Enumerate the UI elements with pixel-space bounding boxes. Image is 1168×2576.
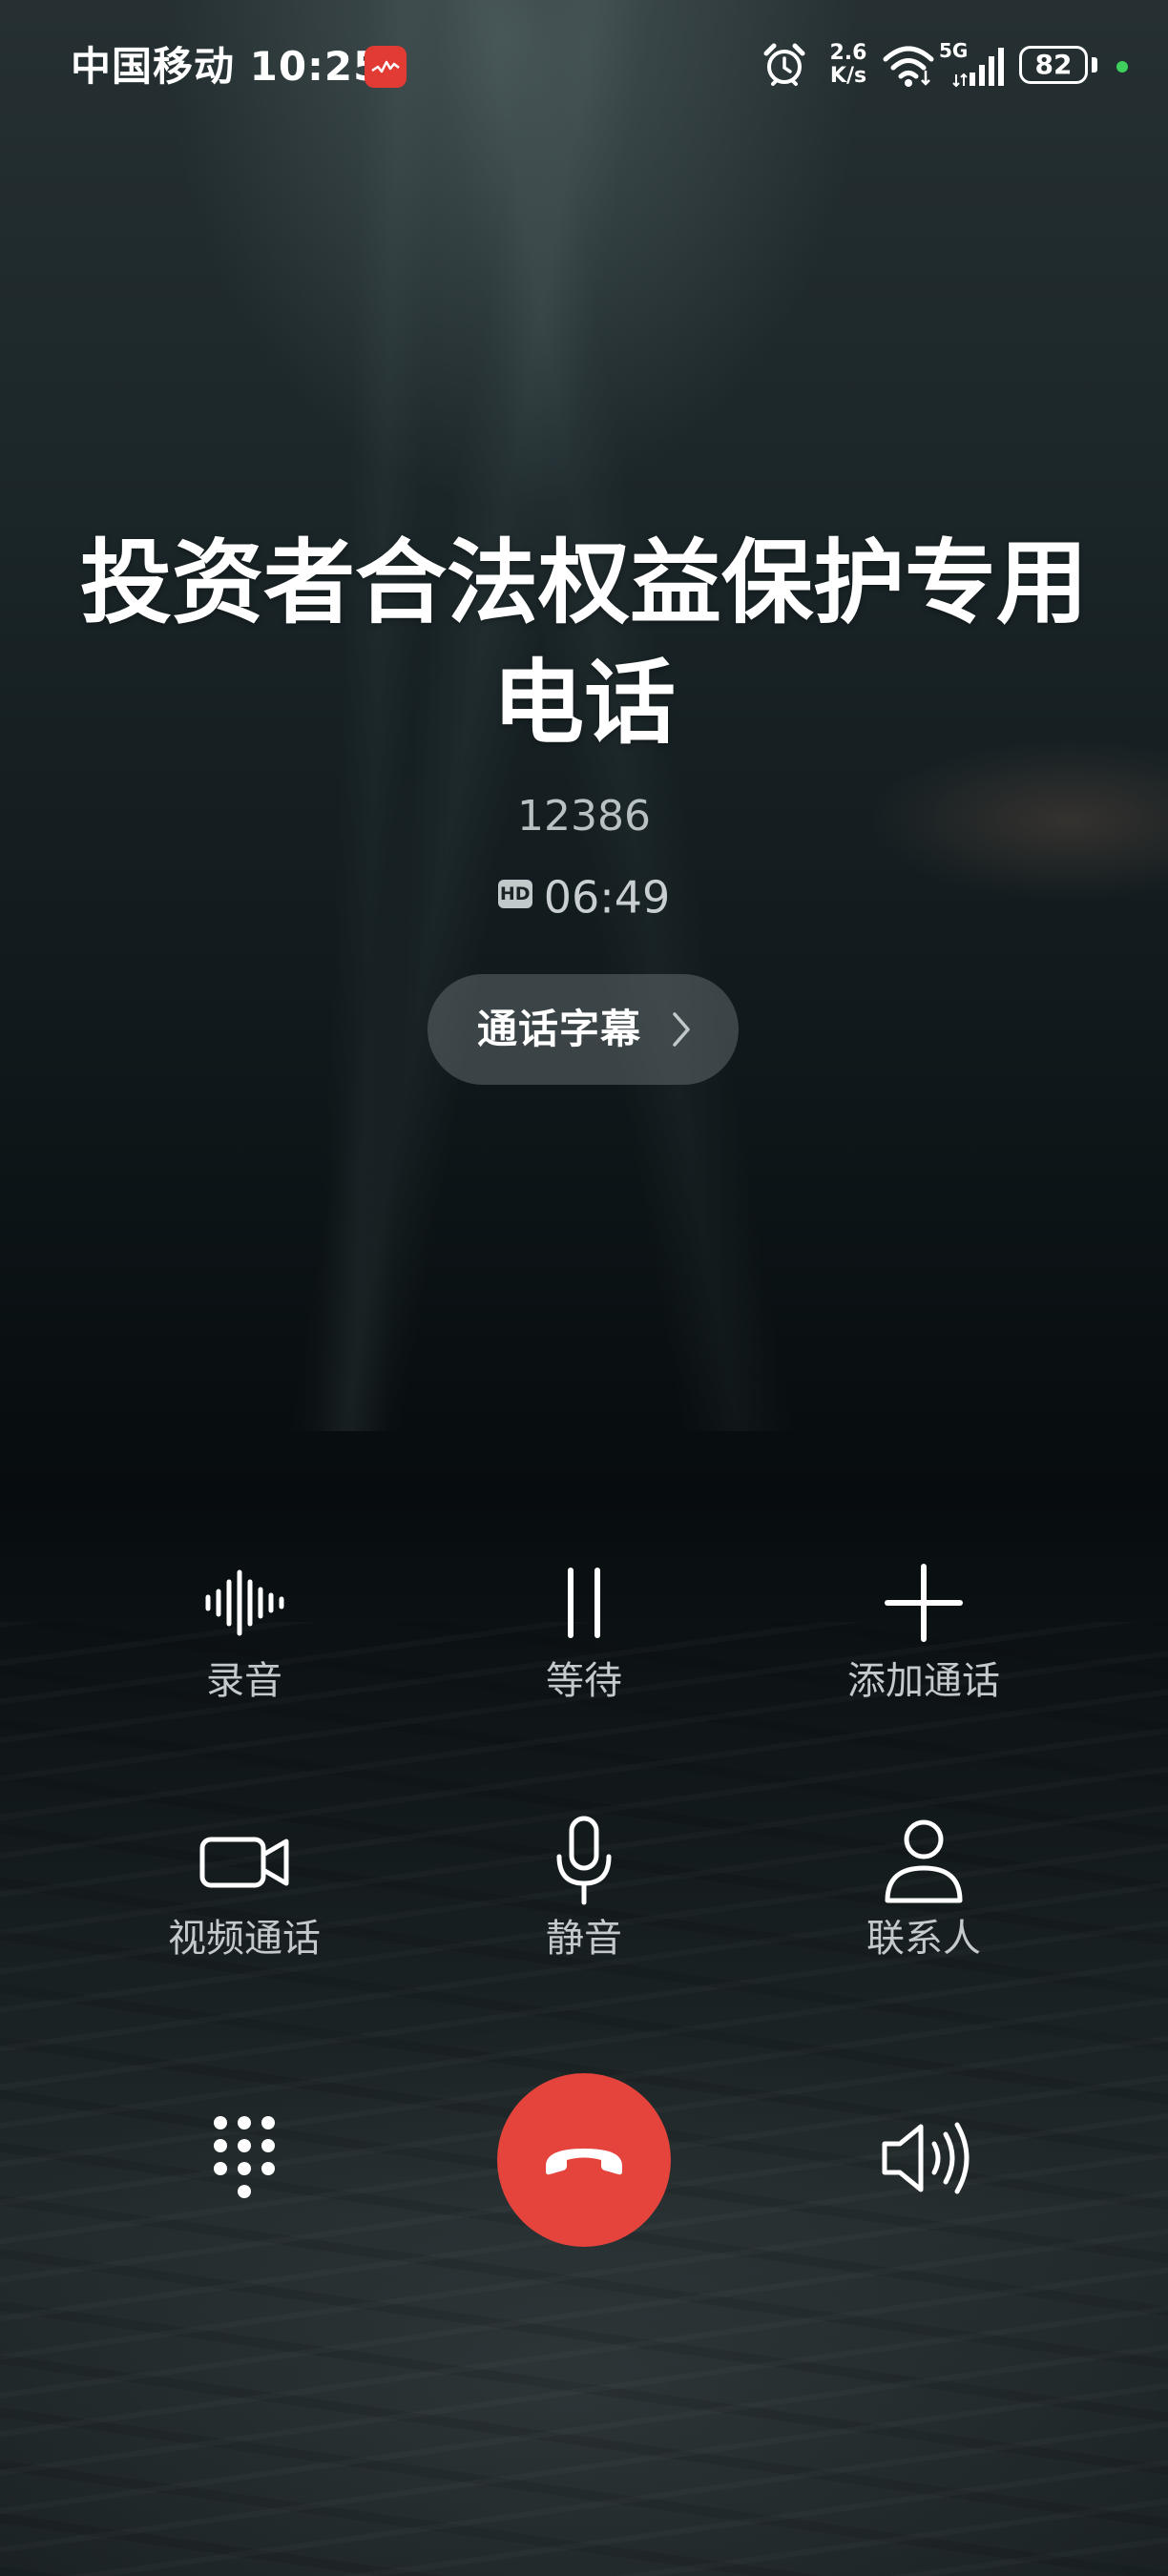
record-label: 录音 — [206, 1659, 282, 1703]
contacts-label: 联系人 — [866, 1917, 981, 1961]
speaker-button[interactable] — [871, 2106, 976, 2211]
person-icon — [885, 1819, 963, 1903]
caller-number: 12386 — [517, 792, 651, 841]
pause-icon — [568, 1568, 600, 1638]
battery-icon: 82 — [1019, 46, 1088, 84]
add-call-label: 添加通话 — [847, 1659, 1000, 1703]
network-speed: 2.6 K/s — [824, 42, 872, 88]
wifi-icon — [883, 46, 934, 87]
microphone-icon — [556, 1816, 612, 1905]
green-dot-indicator — [1116, 61, 1128, 73]
video-call-label: 视频通话 — [168, 1917, 321, 1961]
cellular-signal-icon — [952, 48, 1004, 88]
battery-cap — [1092, 57, 1097, 73]
caller-name: 投资者合法权益保护专用电话 — [80, 530, 1088, 757]
status-bar: 中国移动 10:25 2.6 K/s 5G 82 — [0, 0, 1168, 134]
call-duration: 06:49 — [543, 871, 671, 924]
chevron-right-icon — [673, 1012, 690, 1047]
call-captions-button[interactable]: 通话字幕 — [428, 974, 739, 1085]
battery-level: 82 — [1034, 49, 1073, 80]
hd-badge: HD — [497, 879, 532, 908]
contacts-button[interactable]: 联系人 — [781, 1813, 1067, 1984]
hang-up-icon — [546, 2149, 622, 2175]
network-speed-value: 2.6 — [829, 41, 867, 65]
hold-label: 等待 — [546, 1659, 622, 1703]
call-duration-row: HD 06:49 — [0, 868, 1168, 926]
mute-label: 静音 — [546, 1917, 622, 1961]
end-call-button[interactable] — [497, 2073, 671, 2247]
waveform-icon — [205, 1569, 284, 1636]
call-captions-label: 通话字幕 — [477, 1006, 642, 1052]
carrier-and-time: 中国移动 10:25 — [71, 43, 383, 90]
video-camera-icon — [199, 1837, 289, 1888]
add-call-button[interactable]: 添加通话 — [781, 1555, 1067, 1727]
network-speed-unit: K/s — [829, 64, 867, 88]
app-notification-icon — [365, 46, 407, 88]
video-call-button[interactable]: 视频通话 — [101, 1813, 387, 1984]
dialpad-icon — [214, 2116, 275, 2198]
alarm-icon — [763, 43, 805, 86]
speaker-icon — [882, 2122, 970, 2194]
dialpad-button[interactable] — [192, 2106, 297, 2211]
plus-icon — [885, 1564, 963, 1642]
record-button[interactable]: 录音 — [101, 1555, 387, 1727]
mute-button[interactable]: 静音 — [441, 1813, 727, 1984]
hold-button[interactable]: 等待 — [441, 1555, 727, 1727]
